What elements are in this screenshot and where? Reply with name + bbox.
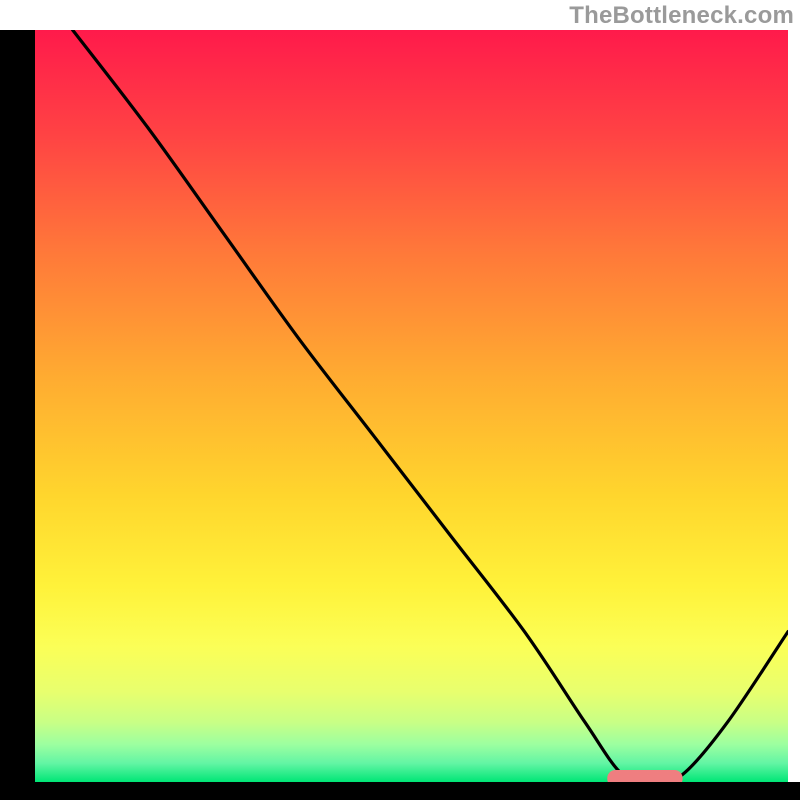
chart-canvas: TheBottleneck.com (0, 0, 800, 800)
chart-svg (0, 0, 800, 800)
watermark-text: TheBottleneck.com (569, 2, 794, 30)
plot-background (35, 30, 788, 782)
